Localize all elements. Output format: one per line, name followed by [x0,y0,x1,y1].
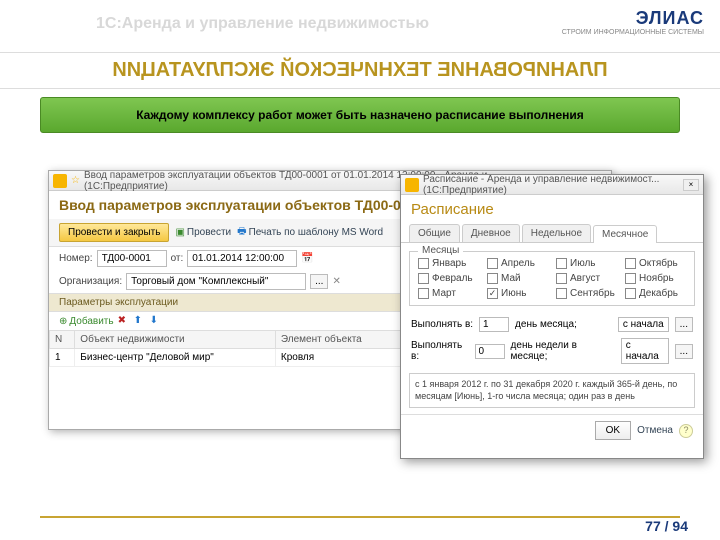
month-Февраль[interactable]: Февраль [418,273,479,284]
org-label: Организация: [59,276,122,287]
month-Декабрь[interactable]: Декабрь [625,288,686,299]
exec1-select[interactable]: с начала [618,317,669,332]
tab-daily[interactable]: Дневное [462,224,520,242]
logo: ЭЛИАС СТРОИМ ИНФОРМАЦИОННЫЕ СИСТЕМЫ [562,8,704,36]
checkbox-icon[interactable] [625,258,636,269]
month-label: Август [570,273,600,284]
checkbox-icon[interactable] [418,288,429,299]
org-clear-icon[interactable]: ✕ [332,276,340,287]
month-label: Май [501,273,521,284]
exec2-unit: день недели в месяце; [511,340,609,362]
exec2-spinner[interactable] [475,344,505,359]
month-label: Октябрь [639,258,678,269]
month-Май[interactable]: Май [487,273,548,284]
tab-weekly[interactable]: Недельное [522,224,591,242]
col-element[interactable]: Элемент объекта [275,331,402,349]
month-Октябрь[interactable]: Октябрь [625,258,686,269]
month-label: Март [432,288,456,299]
month-Июнь[interactable]: ✓Июнь [487,288,548,299]
post-button[interactable]: ▣Провести [175,227,231,238]
app-icon [405,178,419,192]
checkbox-icon[interactable] [487,273,498,284]
post-close-button[interactable]: Провести и закрыть [59,223,169,242]
schedule-title: Расписание [401,195,703,224]
exec1-label: Выполнять в: [411,319,473,330]
month-Январь[interactable]: Январь [418,258,479,269]
banner: Каждому комплексу работ может быть назна… [40,97,680,133]
month-Август[interactable]: Август [556,273,617,284]
checkbox-icon[interactable] [625,273,636,284]
checkbox-icon[interactable] [487,258,498,269]
month-Апрель[interactable]: Апрель [487,258,548,269]
tab-general[interactable]: Общие [409,224,460,242]
number-label: Номер: [59,253,93,264]
month-Ноябрь[interactable]: Ноябрь [625,273,686,284]
print-button[interactable]: 🖶Печать по шаблону MS Word [237,224,383,241]
checkbox-icon[interactable] [625,288,636,299]
date-input[interactable] [187,250,297,267]
from-label: от: [171,253,184,264]
org-picker-button[interactable]: ... [310,274,328,289]
move-down-icon[interactable]: ⬇ [150,315,162,327]
month-label: Февраль [432,273,473,284]
section-title: ПЛАНИРОВАНИЕ ТЕХНИЧЕСКОЙ ЭКСПЛУАТАЦИИ [0,52,720,89]
month-label: Сентябрь [570,288,615,299]
col-n[interactable]: N [50,331,75,349]
app-icon [53,174,67,188]
exec2-label: Выполнять в: [411,340,469,362]
checkbox-icon[interactable] [556,273,567,284]
month-Март[interactable]: Март [418,288,479,299]
months-legend: Месяцы [418,245,463,256]
month-label: Январь [432,258,466,269]
add-button[interactable]: ⊕Добавить [59,316,114,327]
schedule-window: Расписание - Аренда и управление недвижи… [400,174,704,459]
star-icon[interactable]: ☆ [71,175,80,186]
help-icon[interactable]: ? [679,424,693,438]
checkbox-icon[interactable] [556,288,567,299]
calendar-icon[interactable]: 📅 [301,253,313,264]
sch-close-button[interactable]: × [683,179,699,191]
delete-icon[interactable]: ✖ [118,315,130,327]
month-label: Ноябрь [639,273,674,284]
exec2-select[interactable]: с начала [621,338,669,364]
page-number: 77 / 94 [645,518,688,534]
month-label: Апрель [501,258,535,269]
checkbox-icon[interactable]: ✓ [487,288,498,299]
ok-button[interactable]: OK [595,421,631,440]
exec1-dots[interactable]: ... [675,317,693,332]
schedule-summary: с 1 января 2012 г. по 31 декабря 2020 г.… [409,373,695,408]
app-title: 1С:Аренда и управление недвижимостью [96,15,429,33]
number-input[interactable] [97,250,167,267]
exec1-unit: день месяца; [515,319,577,330]
checkbox-icon[interactable] [556,258,567,269]
tab-monthly[interactable]: Месячное [593,225,657,243]
month-label: Июнь [501,288,526,299]
exec1-spinner[interactable] [479,317,509,332]
cancel-button[interactable]: Отмена [637,425,673,436]
month-Июль[interactable]: Июль [556,258,617,269]
col-object[interactable]: Объект недвижимости [75,331,276,349]
month-label: Июль [570,258,596,269]
month-Сентябрь[interactable]: Сентябрь [556,288,617,299]
checkbox-icon[interactable] [418,258,429,269]
schedule-titlebar: Расписание - Аренда и управление недвижи… [401,175,703,195]
move-up-icon[interactable]: ⬆ [134,315,146,327]
org-input[interactable] [126,273,306,290]
exec2-dots[interactable]: ... [675,344,693,359]
checkbox-icon[interactable] [418,273,429,284]
month-label: Декабрь [639,288,678,299]
